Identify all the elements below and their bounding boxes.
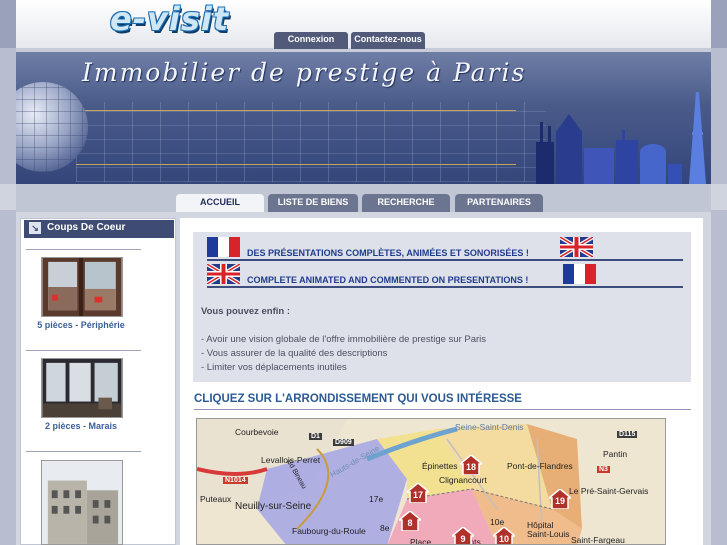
map-label: 10e bbox=[490, 517, 505, 527]
tab-recherche[interactable]: RECHERCHE bbox=[362, 194, 450, 212]
paris-arrondissement-map[interactable]: Courbevoie Levallois-Perret Épinettes Se… bbox=[196, 418, 666, 545]
map-label: Clignancourt bbox=[439, 475, 487, 485]
property-thumbnail-1[interactable] bbox=[41, 257, 123, 317]
frame-left-cap bbox=[0, 0, 16, 48]
map-label: 8e bbox=[380, 523, 390, 533]
frame-left bbox=[0, 48, 16, 545]
marker-arrondissement-18[interactable]: 18 bbox=[457, 454, 485, 476]
marker-arrondissement-17[interactable]: 17 bbox=[404, 482, 432, 504]
divider bbox=[26, 249, 141, 250]
paris-skyline-icon bbox=[536, 92, 706, 184]
map-label: Faubourg-du-Roule bbox=[292, 526, 366, 536]
marker-label: 17 bbox=[412, 490, 423, 500]
road-tag: D1 bbox=[309, 433, 322, 440]
divider bbox=[194, 409, 691, 410]
property-caption-2[interactable]: 2 pièces - Marais bbox=[11, 421, 151, 431]
marker-label: 10 bbox=[498, 534, 509, 544]
map-regions bbox=[197, 419, 665, 544]
frame-right-cap bbox=[711, 0, 727, 48]
map-label: Puteaux bbox=[200, 494, 232, 504]
hero-banner: Immobilier de prestige à Paris bbox=[16, 52, 711, 184]
map-label: Pantin bbox=[603, 449, 628, 459]
sidebar-title: Coups De Coeur bbox=[47, 222, 126, 233]
road-tag: D115 bbox=[617, 431, 638, 438]
intro-bullet: - Limiter vos déplacements inutiles bbox=[201, 362, 347, 373]
marker-label: 9 bbox=[460, 534, 466, 544]
marker-label: 18 bbox=[465, 462, 476, 472]
map-label: 17e bbox=[369, 494, 384, 504]
marker-arrondissement-9[interactable]: 9 bbox=[449, 526, 477, 544]
property-thumbnail-2[interactable] bbox=[41, 358, 123, 418]
map-label: Neuilly-sur-Seine bbox=[235, 501, 312, 512]
marker-arrondissement-10[interactable]: 10 bbox=[490, 526, 518, 544]
frame-right bbox=[711, 48, 727, 545]
property-caption-1[interactable]: 5 pièces - Périphérie bbox=[11, 320, 151, 330]
intro-bullet: - Avoir une vision globale de l'offre im… bbox=[201, 334, 487, 345]
map-label: Le Pré-Saint-Gervais bbox=[569, 486, 649, 496]
intro-heading: Vous pouvez enfin : bbox=[201, 306, 291, 317]
uk-flag-icon[interactable] bbox=[560, 237, 593, 257]
banner-gold-line bbox=[76, 110, 516, 111]
intro-bullet: - Vous assurer de la qualité des descrip… bbox=[201, 348, 388, 359]
tab-contact[interactable]: Contactez-nous bbox=[351, 32, 425, 49]
marker-label: 8 bbox=[407, 518, 413, 528]
divider bbox=[26, 350, 141, 351]
road-tag: N3 bbox=[597, 466, 610, 473]
uk-flag-icon[interactable] bbox=[207, 264, 240, 284]
banner-gold-line bbox=[76, 164, 516, 165]
map-label: Courbevoie bbox=[235, 427, 279, 437]
map-label: Hôpital Saint-Louis bbox=[527, 520, 570, 539]
map-label: Épinettes bbox=[422, 461, 458, 471]
property-thumbnail-3[interactable] bbox=[41, 460, 123, 545]
map-section-title: CLIQUEZ SUR L'ARRONDISSEMENT QUI VOUS IN… bbox=[194, 393, 522, 405]
road-tag: N1014 bbox=[223, 477, 248, 484]
map-label: Place bbox=[410, 537, 432, 545]
english-intro-link[interactable]: COMPLETE ANIMATED AND COMMENTED ON PRESE… bbox=[247, 275, 528, 285]
tab-accueil[interactable]: ACCUEIL bbox=[176, 194, 264, 212]
sidebar-header: ↘ Coups De Coeur bbox=[24, 220, 174, 238]
banner-title: Immobilier de prestige à Paris bbox=[82, 58, 527, 87]
arrow-icon: ↘ bbox=[29, 222, 41, 234]
marker-label: 19 bbox=[554, 496, 565, 506]
french-flag-icon[interactable] bbox=[207, 237, 240, 257]
tab-connexion[interactable]: Connexion bbox=[274, 32, 348, 49]
french-intro-link[interactable]: DES PRÉSENTATIONS COMPLÈTES, ANIMÉES ET … bbox=[247, 248, 529, 258]
banner-grid-pattern bbox=[76, 102, 546, 182]
tab-liste-de-biens[interactable]: LISTE DE BIENS bbox=[268, 194, 358, 212]
map-label: Seine-Saint-Denis bbox=[455, 422, 524, 432]
site-logo[interactable]: e-visit bbox=[110, 0, 229, 38]
marker-arrondissement-19[interactable]: 19 bbox=[546, 488, 574, 510]
divider bbox=[207, 286, 683, 288]
map-label: Pont-de-Flandres bbox=[507, 461, 573, 471]
tab-partenaires[interactable]: PARTENAIRES bbox=[455, 194, 543, 212]
map-label: Saint-Fargeau bbox=[571, 535, 625, 545]
divider bbox=[207, 259, 683, 261]
divider bbox=[26, 451, 141, 452]
road-tag: D909 bbox=[333, 439, 354, 446]
marker-arrondissement-8[interactable]: 8 bbox=[396, 510, 424, 532]
french-flag-icon[interactable] bbox=[563, 264, 596, 284]
